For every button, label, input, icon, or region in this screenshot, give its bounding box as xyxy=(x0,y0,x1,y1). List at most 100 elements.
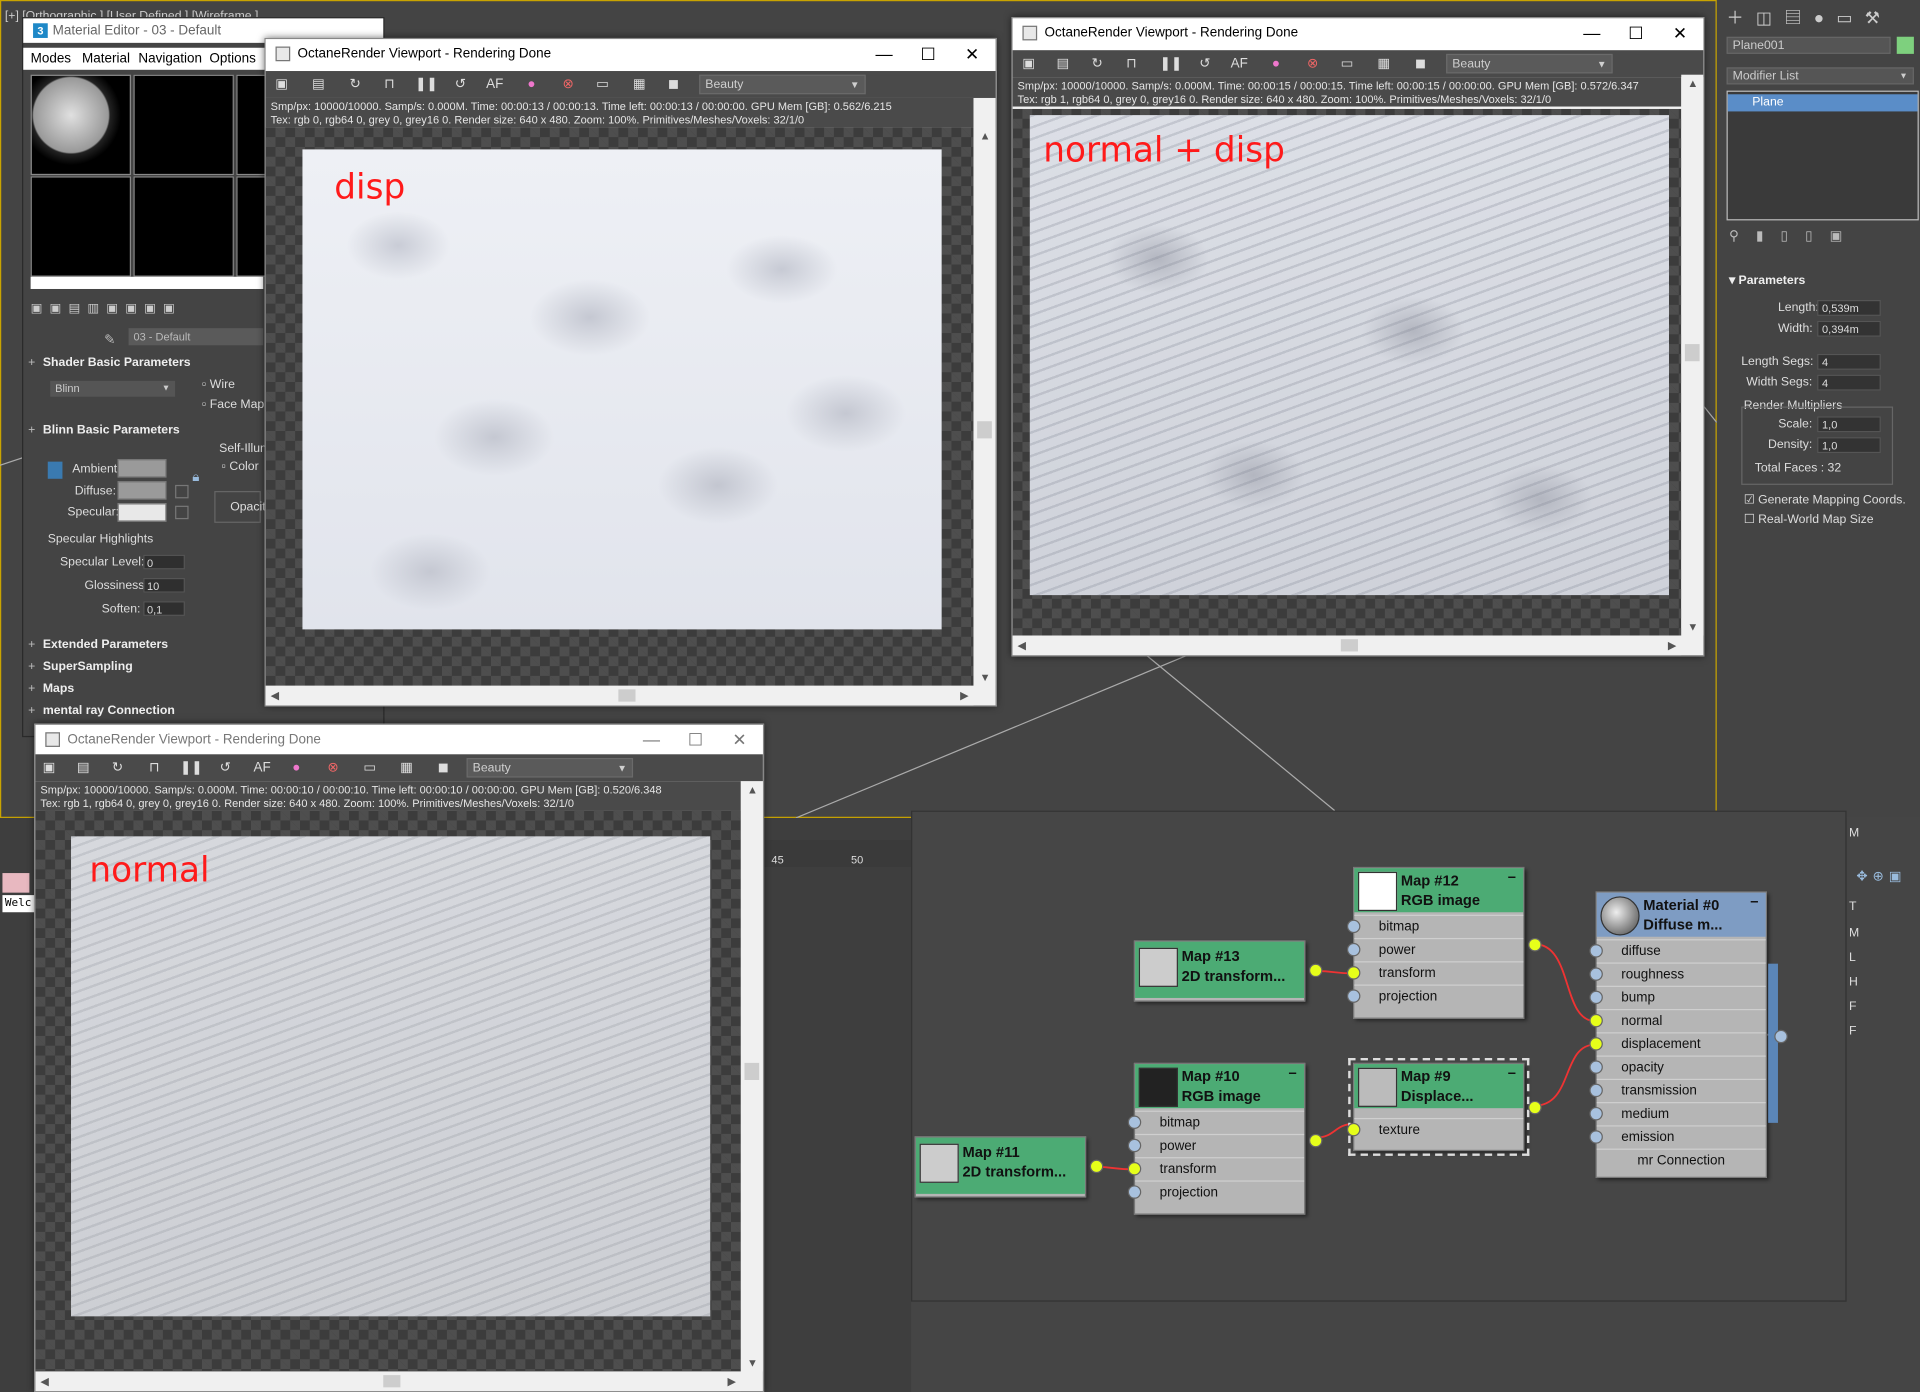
copy-image-icon[interactable]: ▤ xyxy=(1054,55,1071,72)
settings-icon[interactable]: ▦ xyxy=(1375,55,1392,72)
rollout-blinn-basic[interactable]: Blinn Basic Parameters xyxy=(28,424,300,437)
port-roughness[interactable]: roughness xyxy=(1589,962,1766,984)
density-spinner[interactable]: 1,0 xyxy=(1817,437,1881,454)
pause-icon[interactable]: ❚❚ xyxy=(415,76,438,93)
port-dot[interactable] xyxy=(1127,1185,1142,1199)
collapse-icon[interactable]: – xyxy=(1289,1064,1297,1082)
maximize-icon[interactable]: ☐ xyxy=(1618,21,1655,45)
navigation-icons[interactable]: ✥⊕▣ xyxy=(1856,868,1906,884)
specular-color-swatch[interactable] xyxy=(117,503,167,522)
port-dot[interactable] xyxy=(1589,1083,1603,1098)
rollout-mental-ray-connection[interactable]: mental ray Connection xyxy=(28,704,300,717)
sample-slot-4[interactable] xyxy=(30,176,132,277)
rollout-extended-parameters[interactable]: Extended Parameters xyxy=(28,638,300,651)
region-render-icon[interactable]: ⊗ xyxy=(1304,55,1321,72)
face-map-checkbox[interactable]: ▫ Face Map xyxy=(202,398,264,411)
scroll-right-icon[interactable]: ▶ xyxy=(1668,639,1676,652)
refresh-icon[interactable]: ↺ xyxy=(217,759,234,776)
render-pass-dropdown[interactable]: Beauty ▼ xyxy=(699,74,866,95)
restart-render-icon[interactable]: ↻ xyxy=(109,759,126,776)
color-picker-icon[interactable]: ● xyxy=(523,76,540,93)
sample-slot-1[interactable] xyxy=(30,74,132,176)
restart-render-icon[interactable]: ↻ xyxy=(1089,55,1106,72)
port-transmission[interactable]: transmission xyxy=(1589,1078,1766,1101)
scroll-up-icon[interactable]: ▲ xyxy=(1687,77,1698,89)
scroll-up-icon[interactable]: ▲ xyxy=(980,130,991,142)
output-port-dot[interactable] xyxy=(1528,937,1542,952)
save-image-icon[interactable]: ▣ xyxy=(1020,55,1037,72)
key-mode-swatch[interactable] xyxy=(2,873,30,893)
port-dot[interactable] xyxy=(1346,989,1361,1003)
wire-checkbox[interactable]: ▫ Wire xyxy=(202,378,235,391)
node-map12[interactable]: Map #12 RGB image – bitmap power transfo… xyxy=(1346,866,1542,1019)
length-segs-spinner[interactable]: 4 xyxy=(1817,353,1881,370)
rollout-supersampling[interactable]: SuperSampling xyxy=(28,660,300,673)
minimize-icon[interactable]: — xyxy=(1573,21,1610,45)
vertical-scrollbar[interactable]: ▲ ▼ xyxy=(973,127,996,686)
scroll-thumb[interactable] xyxy=(744,1062,760,1081)
copy-image-icon[interactable]: ▤ xyxy=(75,759,92,776)
output-port-dot[interactable] xyxy=(1308,963,1323,978)
camera-icon[interactable]: ◼ xyxy=(435,759,452,776)
focus-picker-icon[interactable]: AF xyxy=(253,759,270,776)
width-spinner[interactable]: 0,394m xyxy=(1817,320,1881,337)
self-illum-color-checkbox[interactable]: ▫ Color xyxy=(222,460,259,473)
ambient-color-swatch[interactable] xyxy=(117,459,167,478)
maxscript-listener[interactable]: Welc xyxy=(2,895,35,913)
rollout-maps[interactable]: Maps xyxy=(28,682,300,695)
scroll-down-icon[interactable]: ▼ xyxy=(1687,621,1698,633)
port-projection[interactable]: projection xyxy=(1346,984,1524,1006)
port-bitmap[interactable]: bitmap xyxy=(1127,1110,1305,1133)
lock-ambient-diffuse-icon[interactable] xyxy=(47,461,63,479)
minimize-icon[interactable]: — xyxy=(866,42,903,66)
close-icon[interactable]: ✕ xyxy=(1662,21,1699,45)
modifier-list-dropdown[interactable]: Modifier List ▼ xyxy=(1726,67,1914,85)
modifier-stack[interactable]: Plane xyxy=(1726,90,1919,221)
stack-item-plane[interactable]: Plane xyxy=(1727,94,1918,112)
pause-icon[interactable]: ❚❚ xyxy=(1160,55,1183,72)
node-map13[interactable]: Map #13 2D transform... xyxy=(1133,940,1323,1002)
maximize-icon[interactable]: ☐ xyxy=(677,727,714,751)
port-dot[interactable] xyxy=(1589,967,1603,981)
output-port-dot[interactable] xyxy=(1308,1133,1323,1148)
slot-scrollbar[interactable] xyxy=(30,276,264,289)
sample-slot-6[interactable] xyxy=(236,176,266,277)
rollout-shader-basic[interactable]: Shader Basic Parameters xyxy=(28,356,300,369)
port-power[interactable]: power xyxy=(1127,1133,1305,1156)
port-normal[interactable]: normal xyxy=(1589,1008,1766,1031)
color-picker-icon[interactable]: ● xyxy=(288,759,305,776)
output-port-dot[interactable] xyxy=(1528,1100,1542,1115)
restart-render-icon[interactable]: ↻ xyxy=(347,76,364,93)
settings-icon[interactable]: ▦ xyxy=(631,76,648,93)
port-dot[interactable] xyxy=(1346,942,1361,957)
scroll-left-icon[interactable]: ◀ xyxy=(1018,639,1026,652)
color-picker-icon[interactable]: ● xyxy=(1267,55,1284,72)
refresh-icon[interactable]: ↺ xyxy=(452,76,469,93)
scroll-thumb[interactable] xyxy=(383,1375,401,1388)
parameters-rollout[interactable]: ▾ Parameters xyxy=(1729,274,1805,287)
clay-mode-icon[interactable]: ▭ xyxy=(361,759,378,776)
node-material0[interactable]: Material #0 Diffuse m... – diffuse rough… xyxy=(1589,891,1788,1178)
node-map11[interactable]: Map #11 2D transform... xyxy=(914,1136,1104,1198)
node-header[interactable]: Map #11 2D transform... xyxy=(915,1137,1085,1194)
scroll-thumb[interactable] xyxy=(977,421,992,439)
width-segs-spinner[interactable]: 4 xyxy=(1817,374,1881,391)
menu-options[interactable]: Options xyxy=(209,51,255,66)
stack-toolbar[interactable]: ⚲▮▯▯▣ xyxy=(1729,228,1913,245)
port-dot[interactable] xyxy=(1589,944,1603,958)
port-transform[interactable]: transform xyxy=(1127,1157,1305,1179)
port-medium[interactable]: medium xyxy=(1589,1102,1766,1124)
region-render-icon[interactable]: ⊗ xyxy=(560,76,577,93)
specular-map-button[interactable] xyxy=(175,505,189,520)
collapse-icon[interactable]: – xyxy=(1508,868,1516,886)
scroll-down-icon[interactable]: ▼ xyxy=(747,1357,758,1369)
port-dot[interactable] xyxy=(1589,1106,1603,1121)
lock-icon[interactable]: 🔒︎ xyxy=(192,470,199,486)
render-pass-dropdown[interactable]: Beauty ▼ xyxy=(466,757,634,778)
port-projection[interactable]: projection xyxy=(1127,1180,1305,1202)
port-displacement[interactable]: displacement xyxy=(1589,1032,1766,1054)
maximize-icon[interactable]: ☐ xyxy=(910,42,947,66)
menu-modes[interactable]: Modes xyxy=(31,51,71,66)
port-dot[interactable] xyxy=(1589,1013,1603,1028)
port-emission[interactable]: emission xyxy=(1589,1125,1766,1147)
